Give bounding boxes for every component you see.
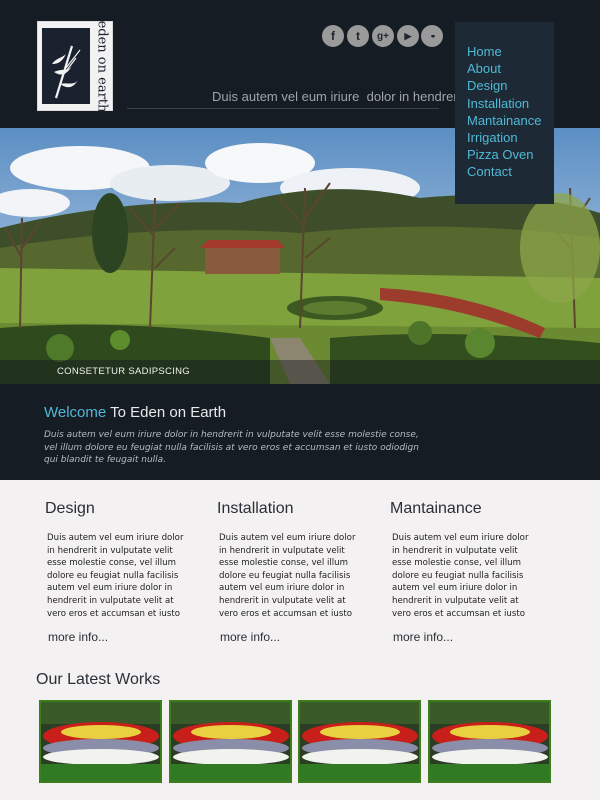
work-thumbnail[interactable]: [298, 700, 421, 783]
welcome-heading-rest: To Eden on Earth: [106, 404, 227, 421]
design-more-info-link[interactable]: more info...: [48, 630, 108, 644]
nav-item-contact[interactable]: Contact: [467, 163, 554, 180]
service-design: Design Duis autem vel eum iriure dolor i…: [45, 500, 200, 644]
welcome-heading: Welcome To Eden on Earth: [44, 404, 226, 421]
google-plus-icon[interactable]: g+: [372, 25, 394, 47]
bamboo-logo-icon: [42, 28, 90, 104]
tagline-divider: [127, 108, 439, 109]
hero-caption: CONSETETUR SADIPSCING: [0, 360, 600, 384]
facebook-icon[interactable]: f: [322, 25, 344, 47]
nav-item-design[interactable]: Design: [467, 77, 554, 94]
welcome-heading-accent: Welcome: [44, 404, 107, 421]
flickr-icon[interactable]: ••: [421, 25, 443, 47]
nav-item-about[interactable]: About: [467, 60, 554, 77]
work-thumbnail[interactable]: [169, 700, 292, 783]
twitter-icon[interactable]: t: [347, 25, 369, 47]
welcome-body: Duis autem vel eum iriure dolor in hendr…: [44, 430, 419, 465]
service-mantainance-title: Mantainance: [390, 500, 482, 517]
service-mantainance: Mantainance Duis autem vel eum iriure do…: [390, 500, 545, 644]
main-nav: Home About Design Installation Mantainan…: [455, 22, 554, 204]
nav-item-mantainance[interactable]: Mantainance: [467, 112, 554, 129]
service-mantainance-body: Duis autem vel eum iriure dolor in hendr…: [392, 533, 529, 619]
youtube-icon[interactable]: ▶: [397, 25, 419, 47]
logo-text: eden on earth: [94, 20, 110, 112]
service-design-title: Design: [45, 500, 95, 517]
nav-item-home[interactable]: Home: [467, 43, 554, 60]
header-tagline: Duis autem vel eum iriure dolor in hendr…: [212, 89, 465, 104]
nav-item-pizza-oven[interactable]: Pizza Oven: [467, 146, 554, 163]
installation-more-info-link[interactable]: more info...: [220, 630, 280, 644]
service-installation: Installation Duis autem vel eum iriure d…: [217, 500, 372, 644]
mantainance-more-info-link[interactable]: more info...: [393, 630, 453, 644]
work-thumbnail[interactable]: [428, 700, 551, 783]
service-installation-title: Installation: [217, 500, 294, 517]
logo[interactable]: eden on earth: [37, 20, 113, 112]
work-thumbnail[interactable]: [39, 700, 162, 783]
service-installation-body: Duis autem vel eum iriure dolor in hendr…: [219, 533, 356, 619]
hero-caption-text: CONSETETUR SADIPSCING: [57, 366, 190, 377]
nav-item-installation[interactable]: Installation: [467, 95, 554, 112]
welcome-section: Welcome To Eden on Earth Duis autem vel …: [0, 384, 600, 480]
nav-item-irrigation[interactable]: Irrigation: [467, 129, 554, 146]
latest-works-title: Our Latest Works: [36, 671, 161, 688]
service-design-body: Duis autem vel eum iriure dolor in hendr…: [47, 533, 184, 619]
